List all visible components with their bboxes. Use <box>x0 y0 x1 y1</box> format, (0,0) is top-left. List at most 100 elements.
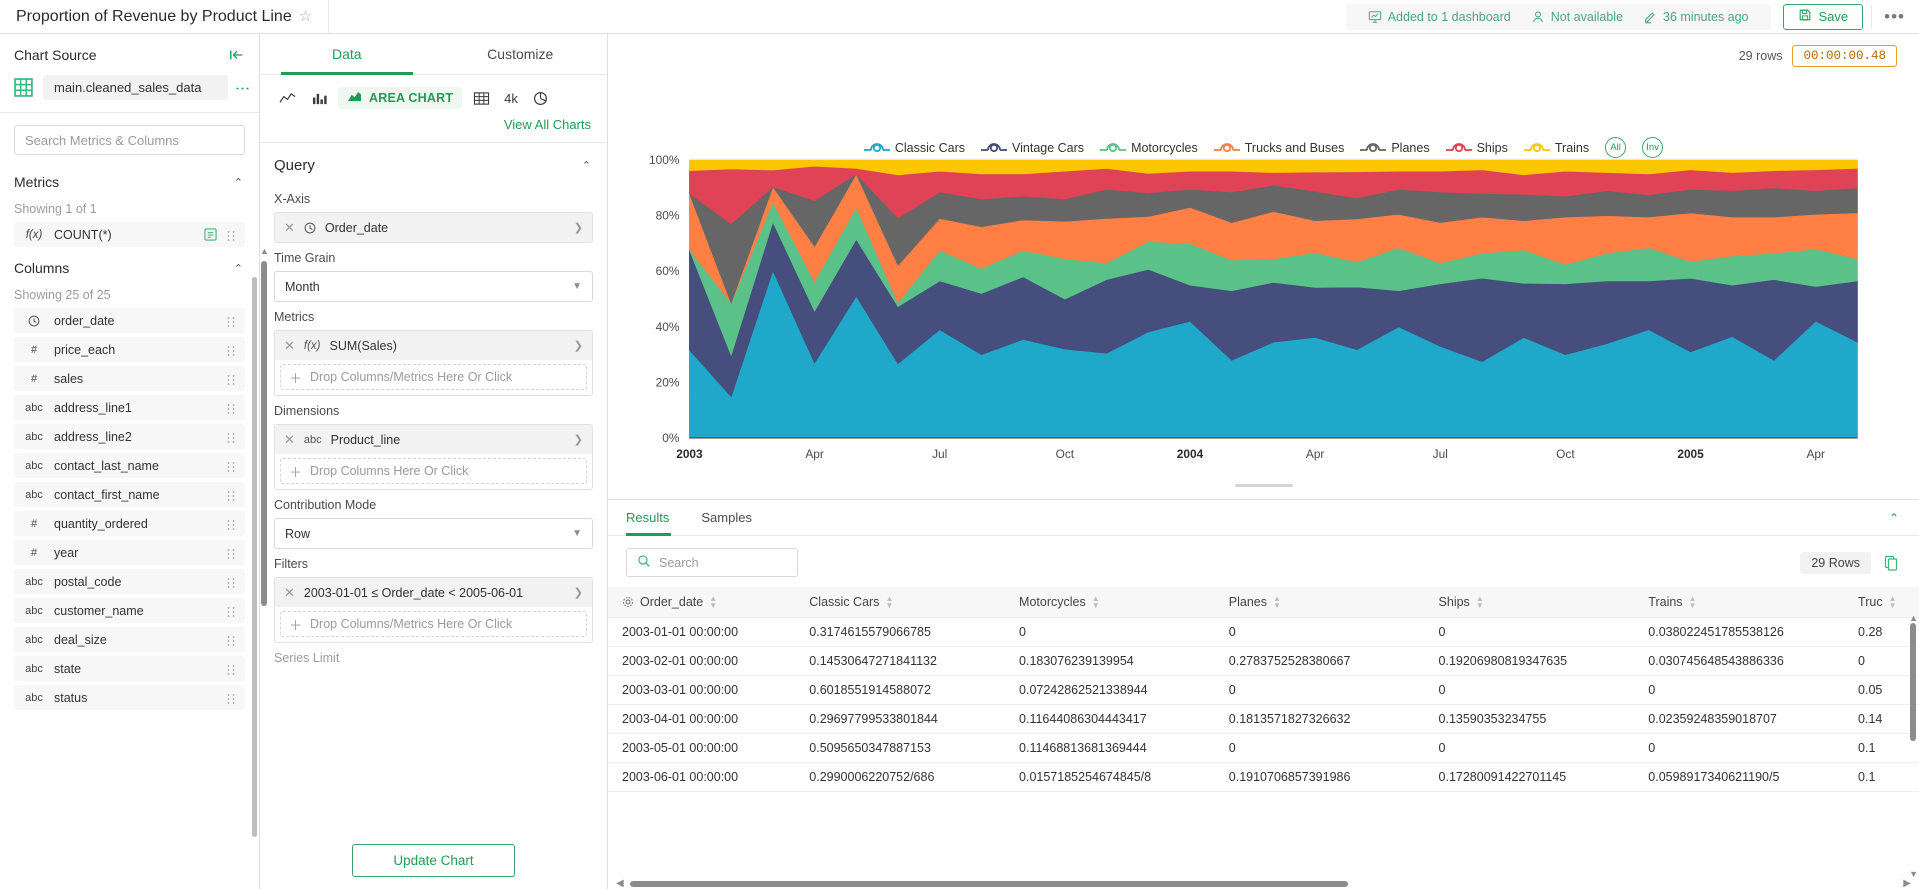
columns-section-header[interactable]: Columns ⌃ <box>0 251 259 282</box>
kebab-menu-icon[interactable]: ⋮ <box>234 81 251 95</box>
sort-icon[interactable]: ▲ ▼ <box>709 595 717 610</box>
results-column-header[interactable]: Order_date ▲ ▼ <box>608 587 796 618</box>
collapse-left-icon[interactable] <box>229 48 245 62</box>
column-item[interactable]: abc customer_name <box>14 598 245 623</box>
results-column-header[interactable]: Classic Cars ▲ ▼ <box>795 587 1006 618</box>
chevron-right-icon[interactable]: ❯ <box>574 433 583 446</box>
results-horizontal-scrollbar[interactable] <box>630 881 1348 887</box>
dimensions-dropzone[interactable]: ＋ Drop Columns Here Or Click <box>280 458 587 484</box>
scroll-up-arrow-icon[interactable]: ▲ <box>260 247 269 256</box>
chevron-right-icon[interactable]: ❯ <box>574 339 583 352</box>
control-panel-scrollbar[interactable] <box>261 261 267 606</box>
contribution-mode-select[interactable]: Row ▼ <box>274 518 593 549</box>
filters-dropzone[interactable]: ＋ Drop Columns/Metrics Here Or Click <box>280 611 587 637</box>
tab-data[interactable]: Data <box>260 34 434 75</box>
dataset-name[interactable]: main.cleaned_sales_data <box>43 75 228 100</box>
drag-handle[interactable] <box>226 662 236 675</box>
scroll-up-arrow-icon[interactable]: ▲ <box>1909 613 1918 623</box>
dimensions-pill[interactable]: ✕ abc Product_line ❯ <box>275 425 592 454</box>
scroll-right-arrow-icon[interactable]: ▶ <box>1903 878 1911 889</box>
column-item[interactable]: abc postal_code <box>14 569 245 594</box>
sort-icon[interactable]: ▲ ▼ <box>1689 595 1697 610</box>
drag-handle[interactable] <box>226 517 236 530</box>
query-section-header[interactable]: Query ⌃ <box>260 143 607 184</box>
column-item[interactable]: abc state <box>14 656 245 681</box>
line-chart-icon[interactable] <box>274 87 300 109</box>
results-search-input[interactable] <box>659 555 787 570</box>
chevron-right-icon[interactable]: ❯ <box>574 221 583 234</box>
table-row[interactable]: 2003-02-01 00:00:00 0.14530647271841132 0.… <box>608 646 1919 676</box>
tab-customize[interactable]: Customize <box>434 34 608 74</box>
results-column-header[interactable]: Trains ▲ ▼ <box>1634 587 1845 618</box>
update-chart-button[interactable]: Update Chart <box>352 844 515 877</box>
drag-handle[interactable] <box>226 314 236 327</box>
column-item[interactable]: # year <box>14 540 245 565</box>
table-row[interactable]: 2003-03-01 00:00:00 0.6018551914588072 0.0… <box>608 675 1919 705</box>
results-column-header[interactable]: Truc ▲ ▼ <box>1844 587 1919 618</box>
tab-samples[interactable]: Samples <box>685 500 768 535</box>
view-all-charts-link[interactable]: View All Charts <box>260 113 607 142</box>
drag-handle[interactable] <box>226 430 236 443</box>
drag-handle[interactable] <box>226 372 236 385</box>
x-axis-pill[interactable]: ✕ Order_date ❯ <box>275 213 592 242</box>
metrics-section-header[interactable]: Metrics ⌃ <box>0 165 259 196</box>
metrics-pill[interactable]: ✕ f(x) SUM(Sales) ❯ <box>275 331 592 360</box>
copy-icon[interactable] <box>1883 555 1899 571</box>
column-item[interactable]: # quantity_ordered <box>14 511 245 536</box>
save-button[interactable]: Save <box>1782 3 1864 30</box>
pie-chart-icon[interactable] <box>528 87 554 109</box>
meta-added-to-dashboard[interactable]: Added to 1 dashboard <box>1358 10 1521 24</box>
column-item[interactable]: # sales <box>14 366 245 391</box>
results-column-header[interactable]: Motorcycles ▲ ▼ <box>1005 587 1215 618</box>
table-row[interactable]: 2003-04-01 00:00:00 0.29697799533801844 0.… <box>608 704 1919 734</box>
sort-icon[interactable]: ▲ ▼ <box>885 595 893 610</box>
drag-handle[interactable] <box>226 459 236 472</box>
search-metrics-columns-input[interactable] <box>14 125 245 155</box>
metric-item-count[interactable]: f(x) COUNT(*) <box>14 222 245 247</box>
favorite-star-icon[interactable]: ☆ <box>299 9 312 24</box>
table-icon[interactable] <box>468 87 494 109</box>
4k-icon[interactable]: 4k <box>500 91 522 106</box>
left-panel-scrollbar[interactable] <box>252 277 257 837</box>
column-item[interactable]: order_date <box>14 308 245 333</box>
remove-icon[interactable]: ✕ <box>284 220 295 236</box>
time-grain-select[interactable]: Month ▼ <box>274 271 593 302</box>
chevron-right-icon[interactable]: ❯ <box>574 586 583 599</box>
column-item[interactable]: abc address_line1 <box>14 395 245 420</box>
sort-icon[interactable]: ▲ ▼ <box>1092 595 1100 610</box>
column-item[interactable]: abc status <box>14 685 245 710</box>
tab-results[interactable]: Results <box>626 500 685 536</box>
column-item[interactable]: abc deal_size <box>14 627 245 652</box>
sort-icon[interactable]: ▲ ▼ <box>1273 595 1281 610</box>
drag-handle[interactable] <box>226 604 236 617</box>
remove-icon[interactable]: ✕ <box>284 585 295 601</box>
sort-icon[interactable]: ▲ ▼ <box>1476 595 1484 610</box>
results-vertical-scrollbar[interactable] <box>1910 623 1916 741</box>
drag-handle[interactable] <box>226 343 236 356</box>
column-item[interactable]: abc contact_first_name <box>14 482 245 507</box>
column-item[interactable]: abc contact_last_name <box>14 453 245 478</box>
chevron-up-icon[interactable]: ⌃ <box>582 159 591 172</box>
results-column-header[interactable]: Planes ▲ ▼ <box>1214 587 1425 618</box>
drag-handle[interactable] <box>226 488 236 501</box>
chevron-up-icon[interactable]: ⌃ <box>234 176 243 189</box>
chevron-up-icon[interactable]: ⌃ <box>1889 511 1919 525</box>
metrics-dropzone[interactable]: ＋ Drop Columns/Metrics Here Or Click <box>280 364 587 390</box>
drag-handle[interactable] <box>226 401 236 414</box>
drag-handle[interactable] <box>226 228 236 241</box>
viz-type-area-chart[interactable]: AREA CHART <box>338 87 463 109</box>
column-item[interactable]: abc address_line2 <box>14 424 245 449</box>
drag-handle[interactable] <box>226 633 236 646</box>
results-search[interactable] <box>626 548 798 577</box>
remove-icon[interactable]: ✕ <box>284 338 295 354</box>
bar-chart-icon[interactable] <box>306 87 332 109</box>
filters-pill[interactable]: ✕ 2003-01-01 ≤ Order_date < 2005-06-01 ❯ <box>275 578 592 607</box>
table-row[interactable]: 2003-06-01 00:00:00 0.2990006220752/686 0.… <box>608 762 1919 792</box>
drag-handle[interactable] <box>226 546 236 559</box>
column-item[interactable]: # price_each <box>14 337 245 362</box>
drag-handle[interactable] <box>226 691 236 704</box>
more-actions-button[interactable]: ••• <box>1876 8 1919 25</box>
results-column-header[interactable]: Ships ▲ ▼ <box>1424 587 1635 618</box>
remove-icon[interactable]: ✕ <box>284 432 295 448</box>
drag-handle[interactable] <box>226 575 236 588</box>
